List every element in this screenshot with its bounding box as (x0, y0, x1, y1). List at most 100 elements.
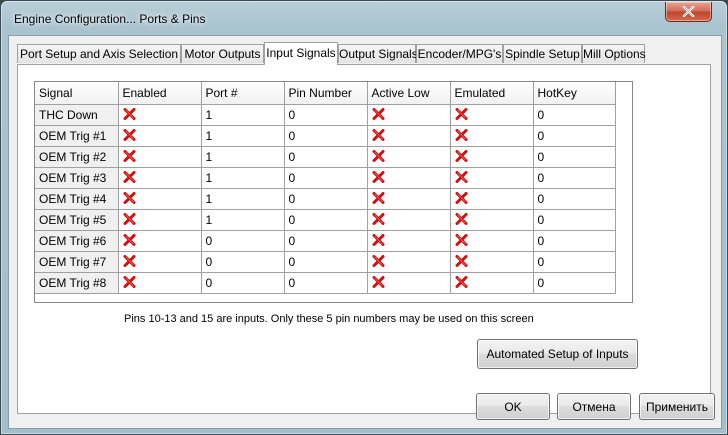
cell-enabled[interactable] (118, 272, 202, 294)
cell-pin[interactable]: 0 (284, 251, 368, 273)
cell-emulated[interactable] (450, 104, 534, 126)
cell-hotkey[interactable]: 0 (533, 104, 616, 126)
tab-output-signals[interactable]: Output Signals (338, 44, 418, 63)
cell-active-low[interactable] (367, 188, 451, 210)
col-header-signal[interactable]: Signal (35, 82, 119, 105)
cell-hotkey[interactable]: 0 (533, 188, 616, 210)
tab-motor-outputs[interactable]: Motor Outputs (181, 44, 264, 63)
cell-active-low[interactable] (367, 251, 451, 273)
cell-pin[interactable]: 0 (284, 104, 368, 126)
cell-active-low[interactable] (367, 272, 451, 294)
cell-enabled[interactable] (118, 251, 202, 273)
table-row[interactable]: THC Down 1 0 0 (35, 104, 616, 126)
cell-port[interactable]: 1 (201, 209, 285, 231)
window-title: Engine Configuration... Ports & Pins (14, 12, 206, 26)
cell-emulated[interactable] (450, 146, 534, 168)
cell-hotkey[interactable]: 0 (533, 146, 616, 168)
cell-enabled[interactable] (118, 209, 202, 231)
col-header-emulated[interactable]: Emulated (450, 82, 534, 105)
tab-input-signals[interactable]: Input Signals (264, 42, 338, 65)
tab-port-setup[interactable]: Port Setup and Axis Selection (17, 44, 181, 63)
table-row[interactable]: OEM Trig #8 0 0 0 (35, 272, 616, 294)
cell-port[interactable]: 1 (201, 125, 285, 147)
cell-enabled[interactable] (118, 188, 202, 210)
table-row[interactable]: OEM Trig #7 0 0 0 (35, 251, 616, 273)
cell-active-low[interactable] (367, 146, 451, 168)
cell-enabled[interactable] (118, 104, 202, 126)
cell-signal[interactable]: OEM Trig #8 (35, 272, 119, 294)
cell-signal[interactable]: OEM Trig #5 (35, 209, 119, 231)
cell-pin[interactable]: 0 (284, 125, 368, 147)
cell-active-low[interactable] (367, 167, 451, 189)
tab-spindle-setup[interactable]: Spindle Setup (503, 44, 582, 63)
cell-signal[interactable]: OEM Trig #2 (35, 146, 119, 168)
cell-active-low[interactable] (367, 104, 451, 126)
cell-port[interactable]: 1 (201, 104, 285, 126)
cell-pin[interactable]: 0 (284, 146, 368, 168)
cell-emulated[interactable] (450, 251, 534, 273)
cell-emulated[interactable] (450, 272, 534, 294)
cell-enabled[interactable] (118, 146, 202, 168)
cell-signal[interactable]: OEM Trig #3 (35, 167, 119, 189)
cell-active-low[interactable] (367, 230, 451, 252)
title-bar[interactable]: Engine Configuration... Ports & Pins (1, 1, 727, 35)
cell-hotkey[interactable]: 0 (533, 125, 616, 147)
cell-pin[interactable]: 0 (284, 230, 368, 252)
cell-signal[interactable]: OEM Trig #4 (35, 188, 119, 210)
automated-setup-button[interactable]: Automated Setup of Inputs (477, 339, 638, 369)
cell-emulated[interactable] (450, 209, 534, 231)
cell-port[interactable]: 0 (201, 230, 285, 252)
cell-enabled[interactable] (118, 125, 202, 147)
cell-emulated[interactable] (450, 125, 534, 147)
cancel-button[interactable]: Отмена (557, 393, 631, 420)
col-header-active-low[interactable]: Active Low (367, 82, 451, 105)
ok-button[interactable]: OK (476, 393, 550, 420)
x-mark-icon (455, 128, 467, 141)
cell-signal[interactable]: OEM Trig #1 (35, 125, 119, 147)
cell-pin[interactable]: 0 (284, 209, 368, 231)
cell-signal[interactable]: OEM Trig #7 (35, 251, 119, 273)
cell-pin[interactable]: 0 (284, 167, 368, 189)
col-header-pin-number[interactable]: Pin Number (284, 82, 368, 105)
apply-button[interactable]: Применить (639, 393, 715, 420)
cell-port[interactable]: 1 (201, 146, 285, 168)
cell-hotkey[interactable]: 0 (533, 251, 616, 273)
table-row[interactable]: OEM Trig #2 1 0 0 (35, 146, 616, 168)
cell-port[interactable]: 1 (201, 167, 285, 189)
cell-active-low[interactable] (367, 209, 451, 231)
x-mark-icon (455, 191, 467, 204)
tab-mill-options[interactable]: Mill Options (582, 44, 646, 63)
cell-active-low[interactable] (367, 125, 451, 147)
cell-hotkey[interactable]: 0 (533, 167, 616, 189)
cell-port[interactable]: 1 (201, 188, 285, 210)
cell-signal[interactable]: OEM Trig #6 (35, 230, 119, 252)
cell-pin[interactable]: 0 (284, 188, 368, 210)
x-mark-icon (455, 212, 467, 225)
signals-table: Signal Enabled Port # Pin Number Active … (35, 82, 616, 294)
table-row[interactable]: OEM Trig #4 1 0 0 (35, 188, 616, 210)
close-button[interactable] (665, 2, 712, 22)
cell-hotkey[interactable]: 0 (533, 209, 616, 231)
x-mark-icon (372, 170, 384, 183)
cell-port[interactable]: 0 (201, 251, 285, 273)
cell-port[interactable]: 0 (201, 272, 285, 294)
cell-pin[interactable]: 0 (284, 272, 368, 294)
col-header-enabled[interactable]: Enabled (118, 82, 202, 105)
x-mark-icon (455, 170, 467, 183)
table-row[interactable]: OEM Trig #5 1 0 0 (35, 209, 616, 231)
col-header-port[interactable]: Port # (201, 82, 285, 105)
table-row[interactable]: OEM Trig #3 1 0 0 (35, 167, 616, 189)
cell-hotkey[interactable]: 0 (533, 230, 616, 252)
grid-body: THC Down 1 0 0 OEM Trig #1 1 0 0 OEM Trig #2 1 0 0 O… (35, 104, 616, 294)
table-row[interactable]: OEM Trig #6 0 0 0 (35, 230, 616, 252)
col-header-hotkey[interactable]: HotKey (533, 82, 616, 105)
tab-encoder-mpg[interactable]: Encoder/MPG's (416, 44, 503, 63)
cell-hotkey[interactable]: 0 (533, 272, 616, 294)
cell-signal[interactable]: THC Down (35, 104, 119, 126)
cell-emulated[interactable] (450, 230, 534, 252)
table-row[interactable]: OEM Trig #1 1 0 0 (35, 125, 616, 147)
cell-enabled[interactable] (118, 230, 202, 252)
cell-emulated[interactable] (450, 167, 534, 189)
cell-emulated[interactable] (450, 188, 534, 210)
cell-enabled[interactable] (118, 167, 202, 189)
